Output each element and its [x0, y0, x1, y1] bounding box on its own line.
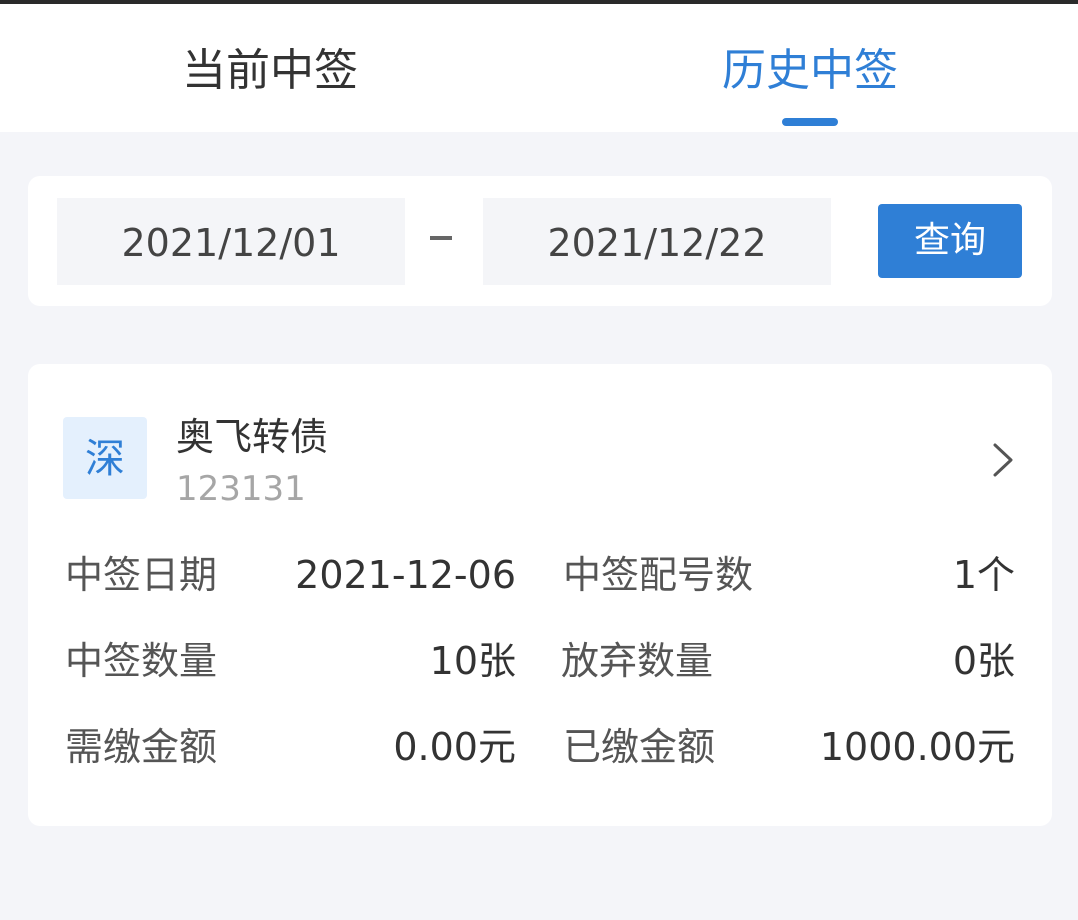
start-date-field[interactable]: 2021/12/01 [57, 198, 405, 285]
tab-bar: 当前中签 历史中签 [0, 4, 1078, 132]
winning-date-label: 中签日期 [65, 553, 218, 597]
winning-date-value: 2021-12-06 [295, 553, 516, 597]
winning-record-card[interactable]: 深 奥飞转债 123131 中签日期 2021-12-06 中签配号数 1个 中… [28, 364, 1052, 826]
end-date-field[interactable]: 2021/12/22 [483, 198, 831, 285]
bond-code: 123131 [176, 469, 306, 509]
amount-due-value: 0.00元 [393, 725, 516, 769]
date-range-separator [430, 236, 452, 240]
market-badge: 深 [63, 417, 147, 499]
bond-name: 奥飞转债 [176, 415, 329, 459]
winning-number-count-value: 1个 [952, 553, 1015, 597]
winning-quantity-value: 10张 [429, 639, 516, 683]
amount-paid-label: 已缴金额 [563, 725, 716, 769]
tab-current-winning[interactable]: 当前中签 [140, 4, 400, 132]
abandoned-quantity-label: 放弃数量 [561, 639, 714, 683]
amount-due-label: 需缴金额 [65, 725, 218, 769]
query-button[interactable]: 查询 [878, 204, 1022, 278]
amount-paid-value: 1000.00元 [819, 725, 1015, 769]
tab-history-winning[interactable]: 历史中签 [680, 4, 940, 132]
chevron-right-icon[interactable] [983, 440, 1023, 480]
winning-quantity-label: 中签数量 [65, 639, 218, 683]
date-query-card: 2021/12/01 2021/12/22 查询 [28, 176, 1052, 306]
page-background-bottom [0, 826, 1078, 920]
winning-number-count-label: 中签配号数 [563, 553, 754, 597]
abandoned-quantity-value: 0张 [952, 639, 1015, 683]
active-tab-indicator [782, 118, 838, 126]
